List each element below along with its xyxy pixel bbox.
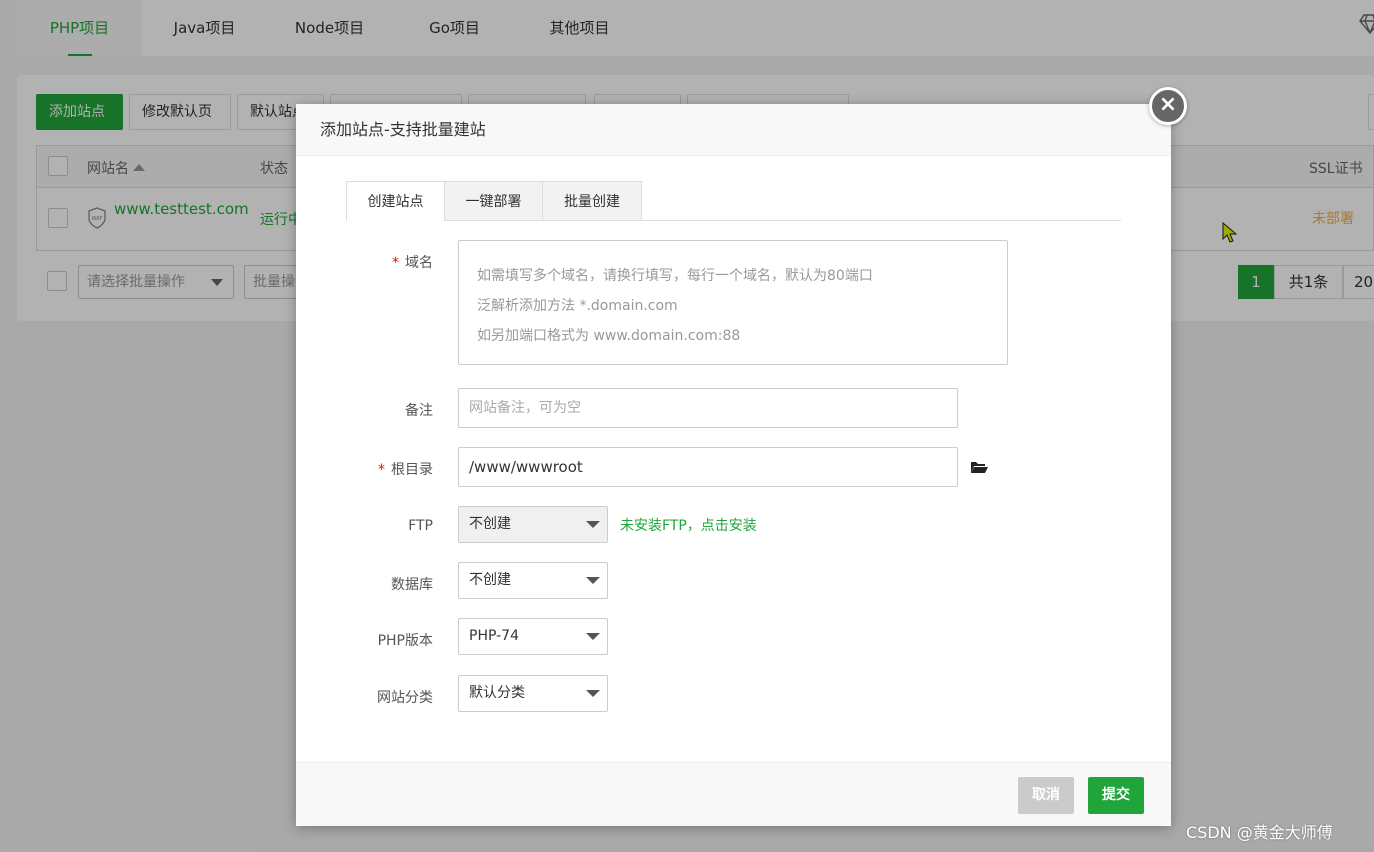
add-site-dialog: 添加站点-支持批量建站 创建站点 一键部署 批量创建 * 域名 如需填写多个域名，… [296,104,1171,826]
close-icon[interactable]: × [1149,87,1187,125]
domain-label: * 域名 [392,255,433,271]
submit-button[interactable]: 提交 [1088,777,1144,814]
domain-hint-line: 如需填写多个域名，请换行填写，每行一个域名，默认为80端口 [477,268,873,284]
php-version-label: PHP版本 [377,633,433,649]
chevron-down-icon [586,633,600,640]
database-select[interactable]: 不创建 [458,562,608,599]
php-version-select[interactable]: PHP-74 [458,618,608,655]
site-category-select[interactable]: 默认分类 [458,675,608,712]
dialog-tabs: 创建站点 一键部署 批量创建 [346,181,1121,221]
root-dir-label: * 根目录 [378,462,433,478]
domain-hint-line: 泛解析添加方法 *.domain.com [477,298,678,314]
watermark: CSDN @黄金大师傅 [1186,823,1333,842]
root-dir-input[interactable]: /www/wwwroot [458,447,958,487]
database-label: 数据库 [391,577,433,593]
chevron-down-icon [586,577,600,584]
site-category-label: 网站分类 [377,690,433,706]
note-input[interactable]: 网站备注，可为空 [458,388,958,428]
chevron-down-icon [586,521,600,528]
tab-create-site[interactable]: 创建站点 [346,181,445,221]
install-ftp-link[interactable]: 未安装FTP，点击安装 [620,515,757,535]
note-label: 备注 [405,403,433,419]
domain-hint-line: 如另加端口格式为 www.domain.com:88 [477,328,741,344]
cancel-button[interactable]: 取消 [1018,777,1074,814]
domain-textarea[interactable]: 如需填写多个域名，请换行填写，每行一个域名，默认为80端口 泛解析添加方法 *.… [458,240,1008,365]
folder-open-icon[interactable] [970,460,988,474]
dialog-title: 添加站点-支持批量建站 [296,104,1171,156]
ftp-label: FTP [408,518,433,534]
chevron-down-icon [586,690,600,697]
tab-batch-create[interactable]: 批量创建 [542,181,642,221]
dialog-footer: 取消 提交 [296,762,1171,826]
tab-one-click-deploy[interactable]: 一键部署 [444,181,543,221]
ftp-select[interactable]: 不创建 [458,506,608,543]
